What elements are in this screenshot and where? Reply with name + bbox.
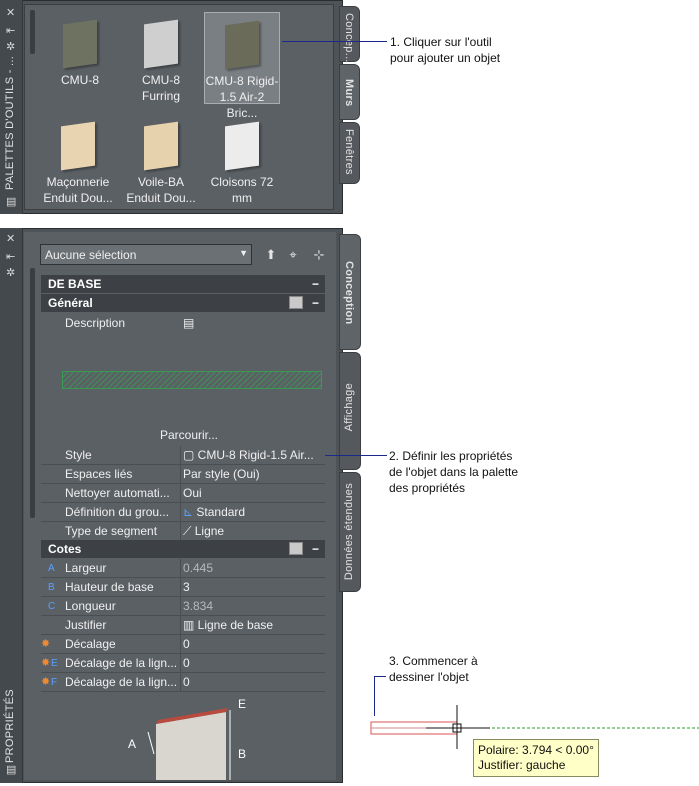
wall-thumbnail-icon [225,121,259,171]
close-icon[interactable]: ✕ [6,6,15,19]
chevron-down-icon: ▼ [239,248,248,258]
section-general[interactable]: Général − [41,294,325,312]
offset-icon: ✸ [41,638,51,650]
wall-thumbnail-icon [144,121,178,171]
properties-title: PROPRIÉTÉS [4,689,16,763]
style-row[interactable]: Style ▢ CMU-8 Rigid-1.5 Air... [41,446,325,465]
callout-3: 3. Commencer à dessiner l'objet [389,654,478,684]
callout-1-line [282,41,387,42]
tool-maconnerie[interactable]: Maçonnerie Enduit Dou... [38,114,118,206]
callout-2: 2. Définir les propriétés de l'objet dan… [389,449,519,495]
style-preview [58,336,324,424]
decalage-ligne-e-row[interactable]: ✸ E Décalage de la lign... 0 [41,654,325,673]
callout-2-line [325,455,387,456]
autohide-icon[interactable]: ⇤ [6,24,15,37]
dynamic-input-tooltip: Polaire: 3.794 < 0.00° Justifier: gauche [473,739,599,777]
quick-select-icon[interactable]: ⊹ [310,246,328,264]
hauteur-row[interactable]: B Hauteur de base 3 [41,578,325,597]
callout-3-line [374,676,386,677]
collapse-icon[interactable]: − [312,540,319,558]
tool-label: CMU-8 [61,73,99,87]
decalage-ligne-f-row[interactable]: ✸ F Décalage de la lign... 0 [41,673,325,692]
dim-letter-e: E [238,697,246,711]
offset-icon: ✸ [41,657,51,669]
tool-palette-scrollbar[interactable] [30,10,35,54]
collapse-icon[interactable]: − [312,294,319,312]
wall-thumbnail-icon [63,19,97,69]
tool-label: Cloisons 72 mm [210,175,274,205]
tool-cmu-8-rigid[interactable]: CMU-8 Rigid-1.5 Air-2 Bric... [204,12,280,120]
tool-label: CMU-8 Furring [141,73,180,103]
collapse-icon[interactable]: − [312,275,319,293]
section-cotes[interactable]: Cotes − [41,540,325,558]
nettoyer-row[interactable]: Nettoyer automati... Oui [41,484,325,503]
close-icon[interactable]: ✕ [6,232,15,245]
description-edit-icon[interactable]: ▤ [183,314,323,333]
tab-donnees-etendues[interactable]: Données étendues [339,472,361,592]
section-de-base[interactable]: DE BASE − [41,275,325,293]
tab-conception[interactable]: Concep... [339,6,360,63]
wall-thumbnail-icon [61,121,95,171]
autohide-icon[interactable]: ⇤ [6,250,15,263]
wall-hatch-preview [62,371,322,389]
wall-thumbnail-icon [225,20,259,70]
settings-icon[interactable]: ✲ [6,40,15,53]
description-row[interactable]: Description ▤ [41,314,325,333]
tab-conception[interactable]: Conception [339,234,361,350]
tab-affichage[interactable]: Affichage [339,352,361,470]
dim-letter-b: B [238,747,246,761]
longueur-row[interactable]: C Longueur 3.834 [41,597,325,616]
tool-label: Maçonnerie Enduit Dou... [43,175,113,205]
tool-cloisons-72[interactable]: Cloisons 72 mm [202,114,282,206]
tab-fenetres[interactable]: Fenêtres [339,122,360,184]
select-objects-icon[interactable]: ⬆ [262,246,280,264]
definition-row[interactable]: Définition du grou... ⊾ Standard [41,503,325,522]
tab-murs[interactable]: Murs [339,64,360,120]
wall-thumbnail-icon [144,19,178,69]
tool-voile-ba[interactable]: Voile-BA Enduit Dou... [121,114,201,206]
dim-letter-a: A [128,737,136,751]
espaces-lies-row[interactable]: Espaces liés Par style (Oui) [41,465,325,484]
tool-palette-title: PALETTES D'OUTILS - ... [4,55,16,190]
justifier-row[interactable]: Justifier ▥ Ligne de base [41,616,325,635]
justify-icon: ▥ [183,618,198,632]
palette-properties-icon[interactable]: ▤ [6,763,16,776]
style-manager-icon[interactable] [289,542,303,555]
callout-1: 1. Cliquer sur l'outil pour ajouter un o… [390,35,501,65]
tool-palette-titlebar[interactable]: ✕ ⇤ ✲ PALETTES D'OUTILS - ... ▤ [0,0,23,214]
style-manager-icon[interactable] [289,296,303,309]
settings-icon[interactable]: ✲ [6,266,15,279]
segment-row[interactable]: Type de segment ⟋ Ligne [41,522,325,541]
wall-dimension-diagram: A E B [128,697,246,780]
pick-point-icon[interactable]: ⌖ [284,246,302,264]
dimension-diagram: A E B [120,694,270,780]
properties-titlebar[interactable]: ✕ ⇤ ✲ PROPRIÉTÉS ▤ [0,228,23,783]
largeur-row[interactable]: A Largeur 0.445 [41,559,325,578]
line-segment-icon: ⟋ [183,524,195,538]
selection-dropdown[interactable]: Aucune sélection ▼ [40,244,252,265]
style-icon: ▢ [183,448,198,462]
tool-cmu-8-furring[interactable]: CMU-8 Furring [121,12,201,104]
palette-properties-icon[interactable]: ▤ [6,195,16,208]
properties-scrollbar[interactable] [30,268,35,518]
offset-icon: ✸ [41,676,51,688]
decalage-row[interactable]: ✸ Décalage 0 [41,635,325,654]
tool-cmu-8[interactable]: CMU-8 [40,12,120,104]
cleanup-group-icon: ⊾ [183,505,197,519]
browse-button[interactable]: Parcourir... [160,428,218,442]
tool-label: Voile-BA Enduit Dou... [126,175,196,205]
